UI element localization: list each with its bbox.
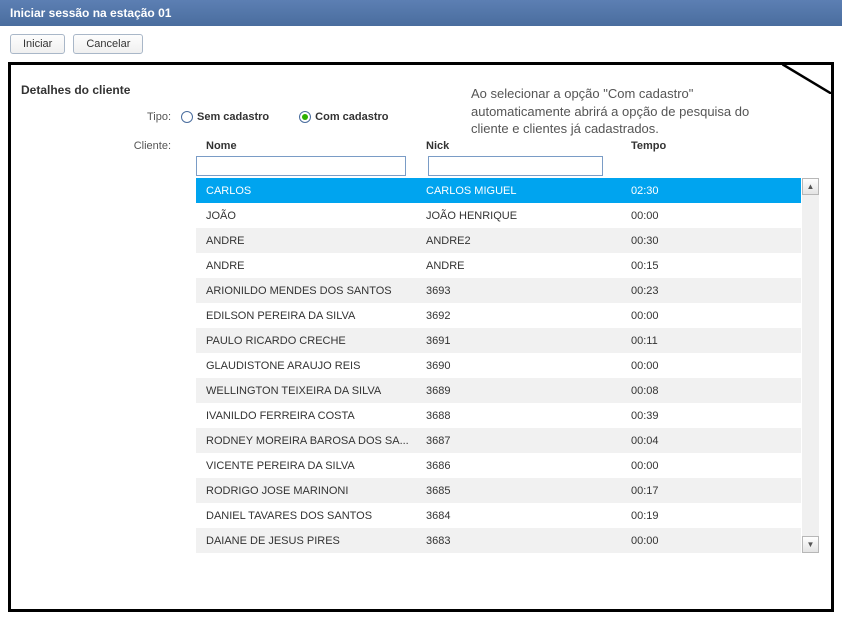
cell-nick: 3692 bbox=[426, 310, 631, 322]
table-row[interactable]: VICENTE PEREIRA DA SILVA368600:00 bbox=[196, 453, 801, 478]
table-row[interactable]: DANIEL TAVARES DOS SANTOS368400:19 bbox=[196, 503, 801, 528]
header-tempo[interactable]: Tempo bbox=[631, 140, 771, 152]
radio-sem-cadastro[interactable]: Sem cadastro bbox=[181, 111, 269, 123]
tipo-label: Tipo: bbox=[111, 111, 181, 123]
cell-tempo: 02:30 bbox=[631, 185, 771, 197]
cell-tempo: 00:15 bbox=[631, 260, 771, 272]
cell-nick: 3689 bbox=[426, 385, 631, 397]
client-table: Nome Nick Tempo CARLOSCARLOS MIGUEL02:30… bbox=[196, 136, 801, 553]
scroll-down-icon[interactable]: ▼ bbox=[802, 536, 819, 553]
radio-icon bbox=[181, 111, 193, 123]
cell-nome: EDILSON PEREIRA DA SILVA bbox=[196, 310, 426, 322]
table-row[interactable]: RODNEY MOREIRA BAROSA DOS SA...368700:04 bbox=[196, 428, 801, 453]
cell-tempo: 00:08 bbox=[631, 385, 771, 397]
cell-nome: WELLINGTON TEIXEIRA DA SILVA bbox=[196, 385, 426, 397]
table-header: Nome Nick Tempo bbox=[196, 136, 801, 156]
cell-nome: JOÃO bbox=[196, 210, 426, 222]
scrollbar[interactable]: ▲ ▼ bbox=[802, 178, 819, 553]
table-row[interactable]: ANDREANDRE00:15 bbox=[196, 253, 801, 278]
cell-tempo: 00:00 bbox=[631, 360, 771, 372]
cell-nick: 3684 bbox=[426, 510, 631, 522]
table-row[interactable]: DAIANE DE JESUS PIRES368300:00 bbox=[196, 528, 801, 553]
cell-tempo: 00:17 bbox=[631, 485, 771, 497]
content-frame: Detalhes do cliente Ao selecionar a opçã… bbox=[8, 62, 834, 612]
rows-container: CARLOSCARLOS MIGUEL02:30JOÃOJOÃO HENRIQU… bbox=[196, 178, 801, 553]
cell-nome: DAIANE DE JESUS PIRES bbox=[196, 535, 426, 547]
table-row[interactable]: PAULO RICARDO CRECHE369100:11 bbox=[196, 328, 801, 353]
cell-nick: 3685 bbox=[426, 485, 631, 497]
cell-nick: 3688 bbox=[426, 410, 631, 422]
cell-tempo: 00:04 bbox=[631, 435, 771, 447]
filter-nome-input[interactable] bbox=[196, 156, 406, 176]
table-row[interactable]: ANDREANDRE200:30 bbox=[196, 228, 801, 253]
cell-nick: 3691 bbox=[426, 335, 631, 347]
radio-sem-label: Sem cadastro bbox=[197, 111, 269, 123]
header-nick[interactable]: Nick bbox=[426, 140, 631, 152]
cell-tempo: 00:00 bbox=[631, 310, 771, 322]
radio-group: Sem cadastro Com cadastro bbox=[181, 111, 389, 123]
toolbar: Iniciar Cancelar bbox=[0, 26, 842, 62]
radio-com-cadastro[interactable]: Com cadastro bbox=[299, 111, 388, 123]
cell-nick: JOÃO HENRIQUE bbox=[426, 210, 631, 222]
table-row[interactable]: JOÃOJOÃO HENRIQUE00:00 bbox=[196, 203, 801, 228]
header-nome[interactable]: Nome bbox=[196, 140, 426, 152]
table-row[interactable]: GLAUDISTONE ARAUJO REIS369000:00 bbox=[196, 353, 801, 378]
table-row[interactable]: WELLINGTON TEIXEIRA DA SILVA368900:08 bbox=[196, 378, 801, 403]
cell-nome: DANIEL TAVARES DOS SANTOS bbox=[196, 510, 426, 522]
cell-nome: RODRIGO JOSE MARINONI bbox=[196, 485, 426, 497]
window-title: Iniciar sessão na estação 01 bbox=[0, 0, 842, 26]
cell-tempo: 00:19 bbox=[631, 510, 771, 522]
cell-nome: RODNEY MOREIRA BAROSA DOS SA... bbox=[196, 435, 426, 447]
cell-tempo: 00:00 bbox=[631, 535, 771, 547]
cell-nome: PAULO RICARDO CRECHE bbox=[196, 335, 426, 347]
cliente-label: Cliente: bbox=[111, 137, 181, 152]
radio-icon bbox=[299, 111, 311, 123]
cell-nick: 3693 bbox=[426, 285, 631, 297]
iniciar-button[interactable]: Iniciar bbox=[10, 34, 65, 54]
corner-decoration bbox=[782, 64, 832, 94]
filter-nick-input[interactable] bbox=[428, 156, 603, 176]
cell-nick: CARLOS MIGUEL bbox=[426, 185, 631, 197]
cell-nick: 3690 bbox=[426, 360, 631, 372]
cell-nome: IVANILDO FERREIRA COSTA bbox=[196, 410, 426, 422]
cell-nick: 3683 bbox=[426, 535, 631, 547]
cell-tempo: 00:11 bbox=[631, 335, 771, 347]
cell-nick: ANDRE2 bbox=[426, 235, 631, 247]
annotation-text: Ao selecionar a opção "Com cadastro" aut… bbox=[471, 85, 781, 138]
table-row[interactable]: EDILSON PEREIRA DA SILVA369200:00 bbox=[196, 303, 801, 328]
scroll-up-icon[interactable]: ▲ bbox=[802, 178, 819, 195]
cancelar-button[interactable]: Cancelar bbox=[73, 34, 143, 54]
cell-nick: 3686 bbox=[426, 460, 631, 472]
radio-com-label: Com cadastro bbox=[315, 111, 388, 123]
cell-nick: ANDRE bbox=[426, 260, 631, 272]
filter-row bbox=[196, 156, 801, 176]
cell-nick: 3687 bbox=[426, 435, 631, 447]
cell-tempo: 00:39 bbox=[631, 410, 771, 422]
cell-nome: ARIONILDO MENDES DOS SANTOS bbox=[196, 285, 426, 297]
cell-nome: GLAUDISTONE ARAUJO REIS bbox=[196, 360, 426, 372]
table-row[interactable]: IVANILDO FERREIRA COSTA368800:39 bbox=[196, 403, 801, 428]
cell-tempo: 00:23 bbox=[631, 285, 771, 297]
cell-nome: VICENTE PEREIRA DA SILVA bbox=[196, 460, 426, 472]
cell-nome: ANDRE bbox=[196, 235, 426, 247]
window: Iniciar sessão na estação 01 Iniciar Can… bbox=[0, 0, 842, 617]
table-row[interactable]: ARIONILDO MENDES DOS SANTOS369300:23 bbox=[196, 278, 801, 303]
cell-nome: CARLOS bbox=[196, 185, 426, 197]
cell-tempo: 00:30 bbox=[631, 235, 771, 247]
cell-tempo: 00:00 bbox=[631, 210, 771, 222]
table-row[interactable]: RODRIGO JOSE MARINONI368500:17 bbox=[196, 478, 801, 503]
cell-nome: ANDRE bbox=[196, 260, 426, 272]
cell-tempo: 00:00 bbox=[631, 460, 771, 472]
table-row[interactable]: CARLOSCARLOS MIGUEL02:30 bbox=[196, 178, 801, 203]
